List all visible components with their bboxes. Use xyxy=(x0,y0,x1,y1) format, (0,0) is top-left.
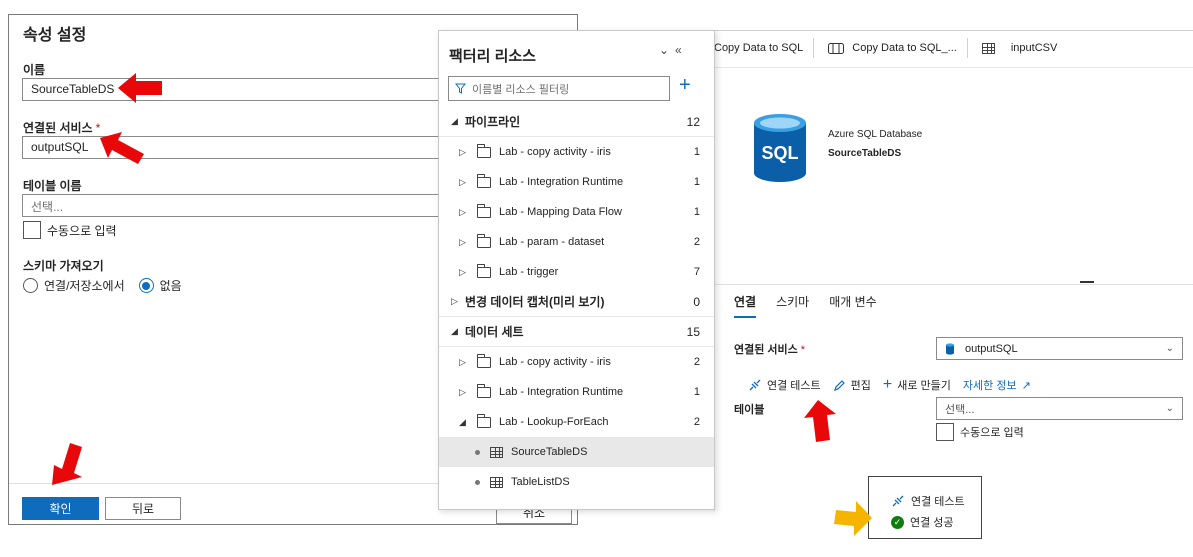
folder-icon xyxy=(477,383,491,398)
tab-inputcsv[interactable]: inputCSV xyxy=(981,35,1067,61)
linked-service-label: 연결된 서비스 * xyxy=(23,121,101,135)
table-select[interactable]: 선택... ⌄ xyxy=(936,397,1183,420)
ok-button[interactable]: 확인 xyxy=(22,497,99,520)
manual-entry-option: 수동으로 입력 xyxy=(936,423,1024,441)
manual-entry-checkbox[interactable] xyxy=(936,423,954,441)
folder-icon xyxy=(477,143,491,158)
tree-item-folder[interactable]: ▷ Lab - Integration Runtime 1 xyxy=(439,167,714,197)
folder-icon xyxy=(477,353,491,368)
caret-right-icon: ▷ xyxy=(459,206,466,217)
caret-down-icon: ◢ xyxy=(451,326,458,336)
folder-icon xyxy=(477,233,491,248)
arrow-name-annotation xyxy=(118,73,162,103)
tree-item-folder[interactable]: ▷ Lab - Mapping Data Flow 1 xyxy=(439,197,714,227)
connection-success-status: ✓ 연결 성공 xyxy=(891,514,954,530)
plus-icon: + xyxy=(882,376,893,393)
tab-connection[interactable]: 연결 xyxy=(734,293,757,318)
arrow-success-annotation xyxy=(834,501,872,536)
dialog-title: 속성 설정 xyxy=(23,27,87,44)
panel-title: 팩터리 리소스 xyxy=(449,48,536,65)
pencil-icon xyxy=(833,379,845,391)
test-connection-popup: 연결 테스트 ✓ 연결 성공 xyxy=(868,476,982,539)
manual-entry-option: 수동으로 입력 xyxy=(23,221,117,239)
table-name-input[interactable]: 선택... xyxy=(22,194,462,217)
editor-tabs: Copy Data to SQL Copy Data to SQL_... in… xyxy=(714,35,1067,61)
tree-item-folder[interactable]: ▷ Lab - copy activity - iris 1 xyxy=(439,137,714,167)
dataset-type: Azure SQL Database xyxy=(828,129,923,140)
tree-item-folder[interactable]: ▷ Lab - Integration Runtime 1 xyxy=(439,377,714,407)
table-icon xyxy=(981,42,995,54)
linked-service-input[interactable]: outputSQL xyxy=(22,136,462,159)
caret-right-icon: ▷ xyxy=(459,176,466,187)
property-tabs: 연결 스키마 매개 변수 xyxy=(734,293,877,318)
caret-right-icon: ▷ xyxy=(459,356,466,367)
category-datasets[interactable]: ◢ 데이터 세트 15 xyxy=(439,317,714,347)
svg-text:SQL: SQL xyxy=(761,143,798,163)
arrow-test-connection-annotation xyxy=(804,400,836,442)
plug-icon xyxy=(749,379,761,391)
radio-none[interactable] xyxy=(138,278,154,293)
back-button[interactable]: 뒤로 xyxy=(105,497,181,520)
category-pipelines[interactable]: ◢ 파이프라인 12 xyxy=(439,107,714,137)
table-label: 테이블 xyxy=(734,404,765,416)
arrow-linked-service-annotation xyxy=(100,132,144,164)
name-label: 이름 xyxy=(23,63,46,77)
plug-icon xyxy=(892,495,904,507)
details-link[interactable]: 자세한 정보 ↗ xyxy=(963,377,1031,393)
tree-item-dataset[interactable]: TableListDS xyxy=(439,467,714,497)
tree-item-dataset-selected[interactable]: SourceTableDS xyxy=(439,437,714,467)
resource-tree: ◢ 파이프라인 12 ▷ Lab - copy activity - iris … xyxy=(439,107,714,497)
manual-entry-checkbox[interactable] xyxy=(23,221,41,239)
table-icon xyxy=(490,476,503,488)
import-schema-label: 스키마 가져오기 xyxy=(23,259,104,273)
tree-item-folder[interactable]: ◢ Lab - Lookup-ForEach 2 xyxy=(439,407,714,437)
caret-right-icon: ▷ xyxy=(459,386,466,397)
tab-copy-data-to-sql-2[interactable]: Copy Data to SQL_... xyxy=(828,35,967,61)
folder-icon xyxy=(477,413,491,428)
edit-button[interactable]: 편집 xyxy=(833,377,871,393)
table-name-label: 테이블 이름 xyxy=(23,179,82,193)
linked-service-label: 연결된 서비스 * xyxy=(734,344,806,356)
sql-database-icon: SQL xyxy=(754,114,806,182)
resize-handle[interactable] xyxy=(1080,281,1094,283)
caret-down-icon: ◢ xyxy=(451,116,458,126)
category-change-data-capture[interactable]: ▷ 변경 데이터 캡처(미리 보기) 0 xyxy=(439,287,714,317)
name-input[interactable]: SourceTableDS xyxy=(22,78,462,101)
database-icon xyxy=(946,342,954,355)
external-link-icon: ↗ xyxy=(1021,379,1031,392)
filter-icon xyxy=(455,83,466,94)
table-icon xyxy=(490,446,503,458)
tab-copy-data-to-sql[interactable]: Copy Data to SQL xyxy=(714,35,813,61)
dataset-name: SourceTableDS xyxy=(828,148,902,159)
tab-parameters[interactable]: 매개 변수 xyxy=(829,293,877,318)
folder-icon xyxy=(477,263,491,278)
linked-service-select[interactable]: outputSQL ⌄ xyxy=(936,337,1183,360)
folder-icon xyxy=(477,203,491,218)
tree-item-folder[interactable]: ▷ Lab - param - dataset 2 xyxy=(439,227,714,257)
caret-right-icon: ▷ xyxy=(459,266,466,277)
import-schema-options: 연결/저장소에서 없음 xyxy=(23,277,182,294)
pipeline-icon xyxy=(828,42,845,54)
resource-filter-input[interactable]: 이름별 리소스 필터링 xyxy=(448,76,670,101)
tree-item-folder[interactable]: ▷ Lab - copy activity - iris 2 xyxy=(439,347,714,377)
chevron-down-icon: ⌄ xyxy=(1165,403,1174,414)
factory-resources-panel: 팩터리 리소스 ⌄« 이름별 리소스 필터링 + ◢ 파이프라인 12 ▷ La… xyxy=(438,30,715,510)
new-button[interactable]: + 새로 만들기 xyxy=(883,377,951,393)
radio-from-connection[interactable] xyxy=(23,278,38,293)
test-connection-button[interactable]: 연결 테스트 xyxy=(748,377,821,393)
linked-service-actions: 연결 테스트 편집 + 새로 만들기 자세한 정보 ↗ xyxy=(748,377,1031,393)
caret-right-icon: ▷ xyxy=(451,296,458,306)
arrow-ok-annotation xyxy=(52,443,82,485)
add-resource-button[interactable]: + xyxy=(679,75,691,95)
folder-icon xyxy=(477,173,491,188)
popup-test-connection[interactable]: 연결 테스트 xyxy=(891,493,965,509)
caret-down-icon: ◢ xyxy=(459,416,466,427)
caret-right-icon: ▷ xyxy=(459,146,466,157)
chevron-down-icon: ⌄ xyxy=(1165,343,1174,354)
tree-item-folder[interactable]: ▷ Lab - trigger 7 xyxy=(439,257,714,287)
collapse-icon[interactable]: ⌄« xyxy=(659,43,688,57)
check-circle-icon: ✓ xyxy=(891,515,904,529)
tab-schema[interactable]: 스키마 xyxy=(776,293,809,318)
caret-right-icon: ▷ xyxy=(459,236,466,247)
